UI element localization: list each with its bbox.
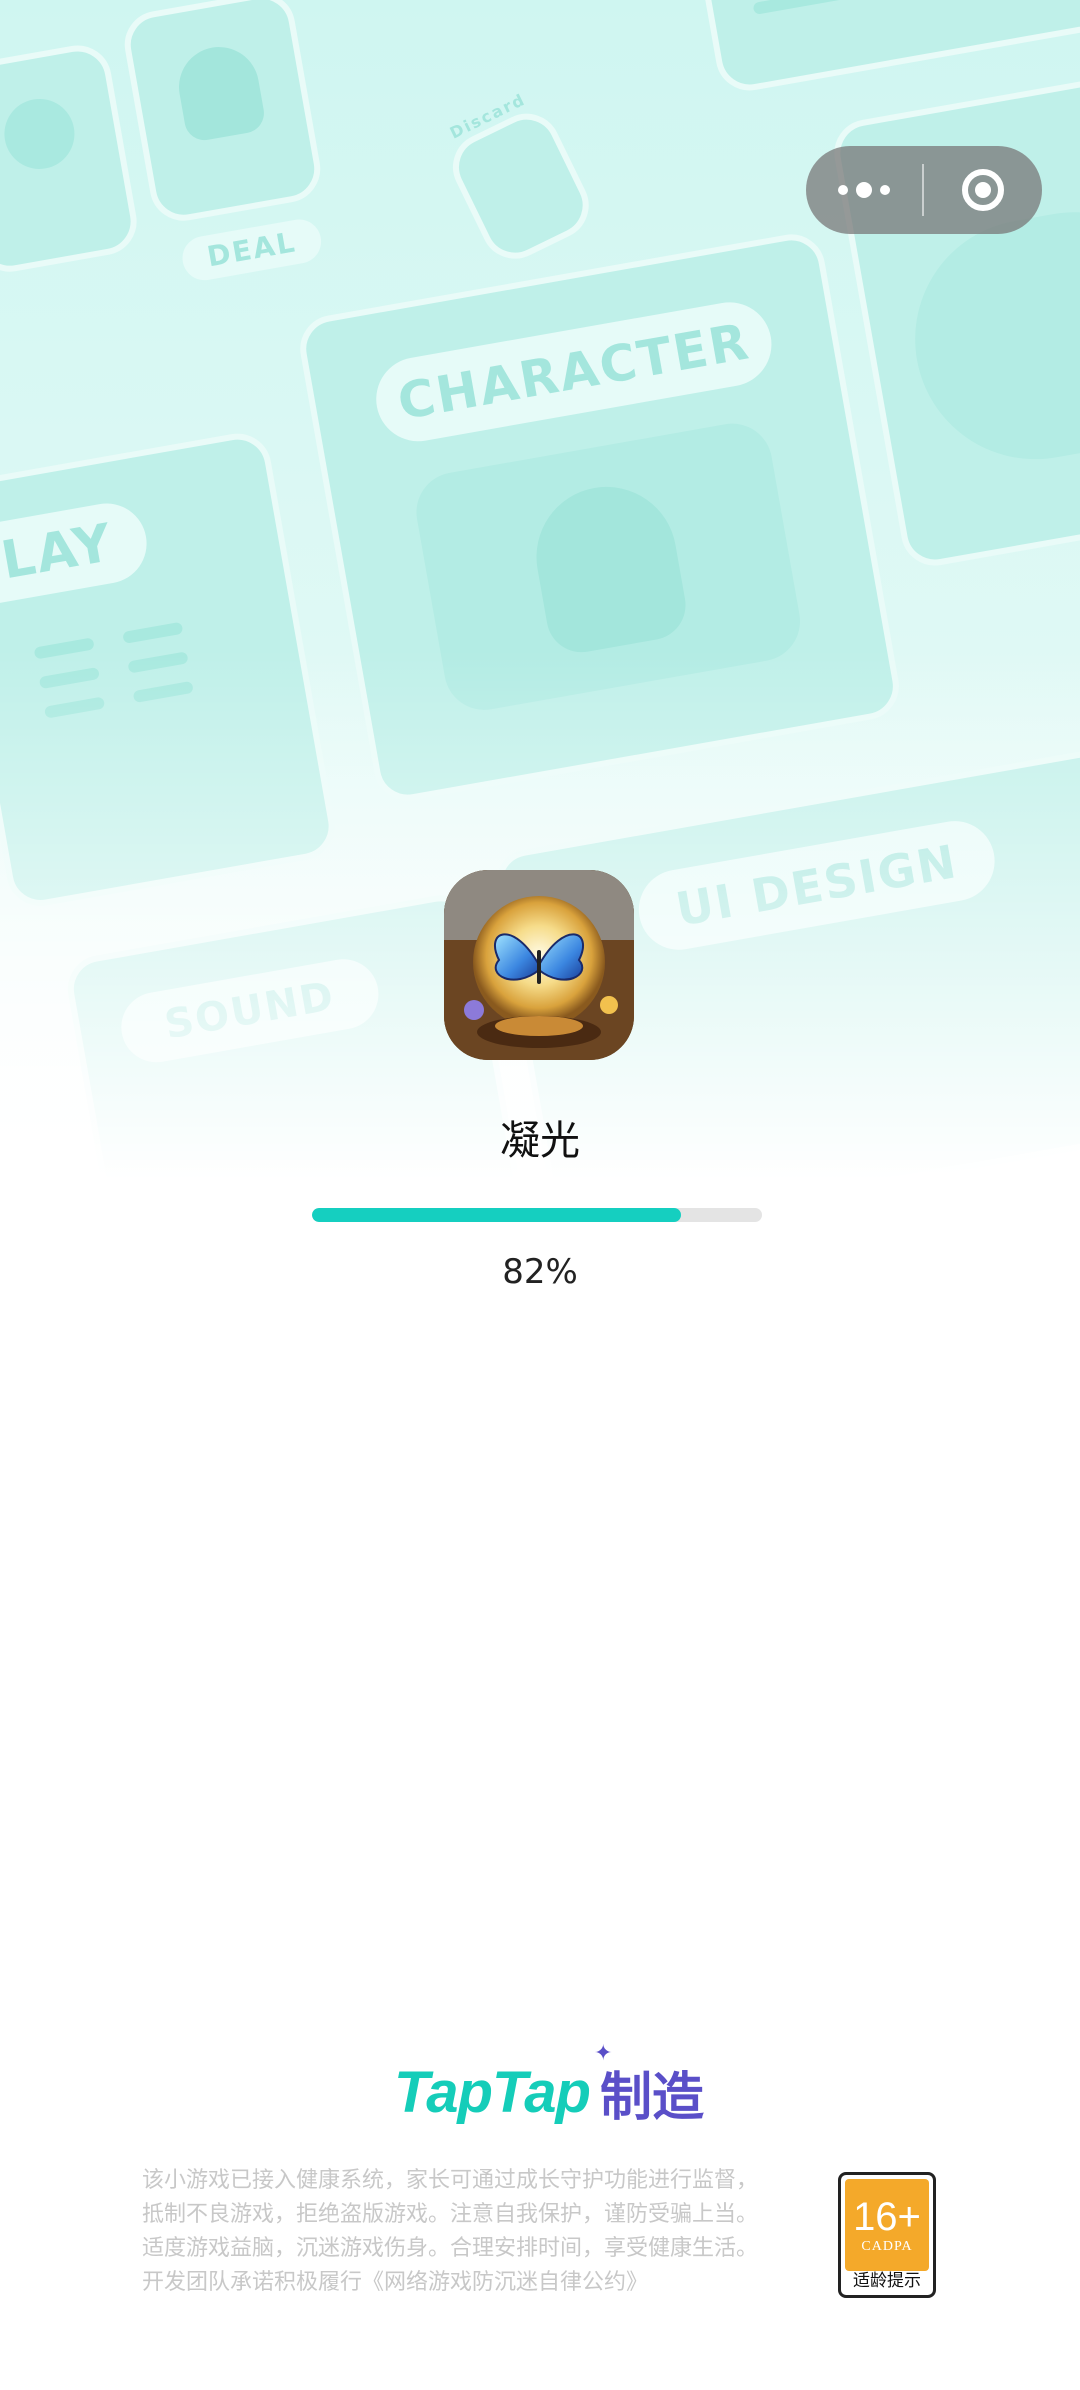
taptap-brand-logo: TapTap ✦ 制造 — [394, 2040, 704, 2132]
health-notice: 该小游戏已接入健康系统，家长可通过成长守护功能进行监督， 抵制不良游戏，拒绝盗版… — [142, 2164, 802, 2300]
loading-progress-fill — [312, 1208, 681, 1222]
close-button[interactable] — [924, 146, 1042, 234]
crystal-ball-butterfly-icon — [444, 870, 634, 1060]
notice-line: 适度游戏益脑，沉迷游戏伤身。合理安排时间，享受健康生活。 — [142, 2236, 759, 2261]
close-target-icon — [962, 169, 1004, 211]
bg-card-play: PLAY — [0, 428, 340, 912]
bg-label-deal: DEAL — [179, 216, 325, 284]
loading-progress-text: 82% — [502, 1252, 578, 1292]
bg-card-squad — [0, 40, 142, 278]
age-rating-org: CADPA — [861, 2239, 913, 2254]
app-title: 凝光 — [500, 1118, 580, 1164]
age-rating-badge[interactable]: 16+ CADPA 适龄提示 — [838, 2172, 936, 2298]
bg-card-character: CHARACTER — [294, 229, 905, 806]
bg-card-tarot — [119, 0, 326, 227]
age-rating-number: 16+ — [853, 2195, 921, 2239]
mini-program-capsule — [806, 146, 1042, 234]
notice-line: 抵制不良游戏，拒绝盗版游戏。注意自我保护，谨防受骗上当。 — [142, 2202, 759, 2227]
notice-line: 该小游戏已接入健康系统，家长可通过成长守护功能进行监督， — [142, 2168, 759, 2193]
more-dots-icon — [838, 182, 890, 198]
bg-card-text — [685, 0, 1080, 96]
sparkle-icon: ✦ — [593, 2040, 613, 2066]
notice-line: 开发团队承诺积极履行《网络游戏防沉迷自律公约》 — [142, 2270, 649, 2295]
brand-taptap: TapTap — [394, 2059, 591, 2125]
bg-card-discard: Discard — [441, 90, 601, 271]
loading-progress-bar — [312, 1208, 762, 1222]
age-rating-label: 适龄提示 — [853, 2271, 921, 2291]
more-button[interactable] — [806, 146, 922, 234]
bg-card-right — [829, 61, 1080, 571]
brand-zhizao: ✦ 制造 — [593, 2040, 704, 2128]
